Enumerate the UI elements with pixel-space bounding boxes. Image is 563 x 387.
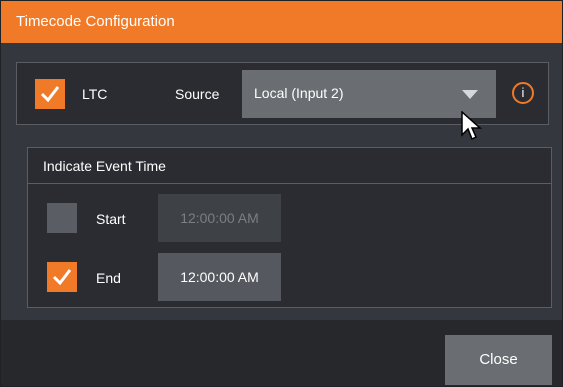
start-time-field[interactable]: 12:00:00 AM bbox=[158, 194, 281, 242]
dialog-footer: Close bbox=[1, 320, 562, 386]
mouse-pointer-icon bbox=[461, 111, 482, 141]
chevron-down-icon bbox=[462, 90, 478, 99]
end-label: End bbox=[96, 270, 121, 286]
info-icon[interactable]: i bbox=[512, 82, 534, 104]
close-button[interactable]: Close bbox=[445, 335, 552, 385]
source-value: Local (Input 2) bbox=[254, 85, 344, 101]
event-time-panel: Indicate Event Time Start 12:00:00 AM En… bbox=[27, 147, 552, 308]
source-label: Source bbox=[175, 86, 220, 102]
checkmark-icon bbox=[52, 269, 72, 286]
end-time-field[interactable]: 12:00:00 AM bbox=[158, 253, 281, 301]
end-checkbox[interactable] bbox=[47, 262, 77, 292]
source-dropdown[interactable]: Local (Input 2) bbox=[242, 70, 496, 118]
dialog-title: Timecode Configuration bbox=[1, 1, 562, 43]
ltc-label: LTC bbox=[82, 86, 108, 102]
timecode-config-dialog: Timecode Configuration LTC Source Local … bbox=[0, 0, 563, 387]
event-time-header: Indicate Event Time bbox=[28, 148, 551, 184]
checkmark-icon bbox=[40, 86, 60, 103]
start-label: Start bbox=[96, 211, 126, 227]
ltc-checkbox[interactable] bbox=[35, 79, 65, 109]
start-checkbox[interactable] bbox=[47, 203, 77, 233]
